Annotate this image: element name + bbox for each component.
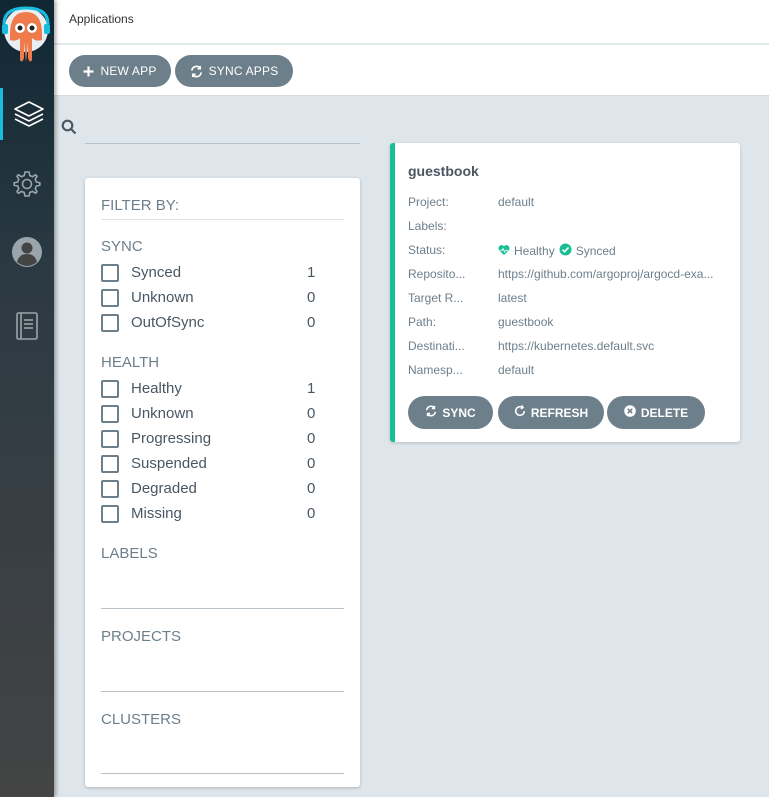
nav-applications[interactable] [0, 88, 54, 140]
labels-filter-input[interactable] [101, 608, 344, 609]
refresh-button[interactable]: REFRESH [498, 396, 604, 429]
checkbox[interactable] [101, 264, 119, 282]
filter-title: FILTER BY: [101, 197, 180, 214]
applications-icon [13, 98, 45, 130]
check-circle-icon [559, 243, 572, 259]
clusters-filter-input[interactable] [101, 773, 344, 774]
new-app-label: NEW APP [100, 64, 157, 78]
filter-label: Progressing [131, 430, 212, 447]
health-status: Healthy [514, 244, 555, 258]
sync-button-label: SYNC [442, 405, 476, 420]
filter-health-missing[interactable]: Missing 0 [101, 503, 316, 525]
search-icon [61, 119, 77, 140]
filter-count: 1 [307, 264, 316, 281]
checkbox[interactable] [101, 314, 119, 332]
sync-icon [425, 405, 437, 420]
delete-icon [624, 405, 636, 420]
projects-section-title: PROJECTS [101, 628, 182, 645]
target-revision-label: Target R... [408, 291, 464, 305]
plus-icon [83, 66, 94, 77]
sync-section-title: SYNC [101, 238, 143, 255]
path-label: Path: [408, 315, 437, 329]
namespace-value: default [498, 363, 535, 377]
destination-value: https://kubernetes.default.svc [498, 339, 655, 353]
checkbox[interactable] [101, 505, 119, 523]
destination-label: Destinati... [408, 339, 465, 353]
filter-count: 0 [307, 314, 316, 331]
path-value: guestbook [498, 315, 554, 329]
filter-count: 0 [307, 480, 316, 497]
filter-count: 0 [307, 405, 316, 422]
health-section-title: HEALTH [101, 354, 160, 371]
checkbox[interactable] [101, 380, 119, 398]
target-revision-value: latest [498, 291, 527, 305]
filter-count: 1 [307, 380, 316, 397]
checkbox[interactable] [101, 405, 119, 423]
labels-section-title: LABELS [101, 545, 158, 562]
app-name: guestbook [408, 163, 479, 179]
filter-health-healthy[interactable]: Healthy 1 [101, 378, 316, 400]
filter-health-degraded[interactable]: Degraded 0 [101, 478, 316, 500]
delete-button-label: DELETE [640, 405, 689, 420]
labels-label: Labels: [408, 219, 447, 233]
filter-label: Unknown [131, 289, 194, 306]
checkbox[interactable] [101, 289, 119, 307]
checkbox[interactable] [101, 430, 119, 448]
heart-icon [498, 244, 510, 259]
toolbar: NEW APP SYNC APPS [54, 45, 769, 96]
status-label: Status: [408, 243, 446, 257]
status-value: Healthy Synced [498, 243, 616, 259]
search-input[interactable] [85, 114, 360, 142]
filter-health-unknown[interactable]: Unknown 0 [101, 403, 316, 425]
argo-logo[interactable] [2, 4, 50, 66]
filter-label: Suspended [131, 455, 207, 472]
search-underline [85, 143, 360, 144]
filter-panel: FILTER BY: SYNC Synced 1 Unknown 0 OutOf… [85, 178, 360, 787]
filter-health-suspended[interactable]: Suspended 0 [101, 453, 316, 475]
projects-filter-input[interactable] [101, 691, 344, 692]
nav-documentation[interactable] [0, 300, 54, 352]
app-card-guestbook[interactable]: guestbook Project: default Labels: Statu… [390, 143, 740, 442]
filter-label: Missing [131, 505, 182, 522]
sync-button[interactable]: SYNC [408, 396, 493, 429]
filter-label: OutOfSync [131, 314, 205, 331]
nav-settings[interactable] [0, 158, 54, 210]
filter-label: Degraded [131, 480, 197, 497]
new-app-button[interactable]: NEW APP [69, 55, 171, 87]
sync-apps-button[interactable]: SYNC APPS [175, 55, 293, 87]
sync-icon [190, 65, 203, 78]
filter-count: 0 [307, 455, 316, 472]
docs-icon [14, 311, 40, 341]
filter-label: Unknown [131, 405, 194, 422]
checkbox[interactable] [101, 480, 119, 498]
filter-sync-synced[interactable]: Synced 1 [101, 262, 316, 284]
sidebar [0, 0, 54, 797]
refresh-icon [514, 405, 526, 420]
sync-status: Synced [575, 244, 616, 258]
filter-count: 0 [307, 289, 316, 306]
repository-label: Reposito... [408, 267, 466, 281]
page-title: Applications [69, 12, 134, 26]
project-label: Project: [408, 195, 449, 209]
filter-count: 0 [307, 505, 316, 522]
user-icon [11, 236, 43, 268]
filter-label: Synced [131, 264, 182, 281]
filter-divider [101, 219, 344, 220]
nav-user-info[interactable] [0, 226, 54, 278]
filter-count: 0 [307, 430, 316, 447]
clusters-section-title: CLUSTERS [101, 711, 182, 728]
delete-button[interactable]: DELETE [607, 396, 705, 429]
sync-apps-label: SYNC APPS [208, 64, 279, 78]
filter-label: Healthy [131, 380, 182, 397]
top-bar: Applications [54, 0, 769, 44]
filter-sync-outofsync[interactable]: OutOfSync 0 [101, 312, 316, 334]
repository-value: https://github.com/argoproj/argocd-exa..… [498, 267, 714, 281]
filter-sync-unknown[interactable]: Unknown 0 [101, 287, 316, 309]
checkbox[interactable] [101, 455, 119, 473]
refresh-button-label: REFRESH [530, 405, 589, 420]
namespace-label: Namesp... [408, 363, 463, 377]
project-value: default [498, 195, 535, 209]
settings-icon [12, 169, 42, 199]
filter-health-progressing[interactable]: Progressing 0 [101, 428, 316, 450]
